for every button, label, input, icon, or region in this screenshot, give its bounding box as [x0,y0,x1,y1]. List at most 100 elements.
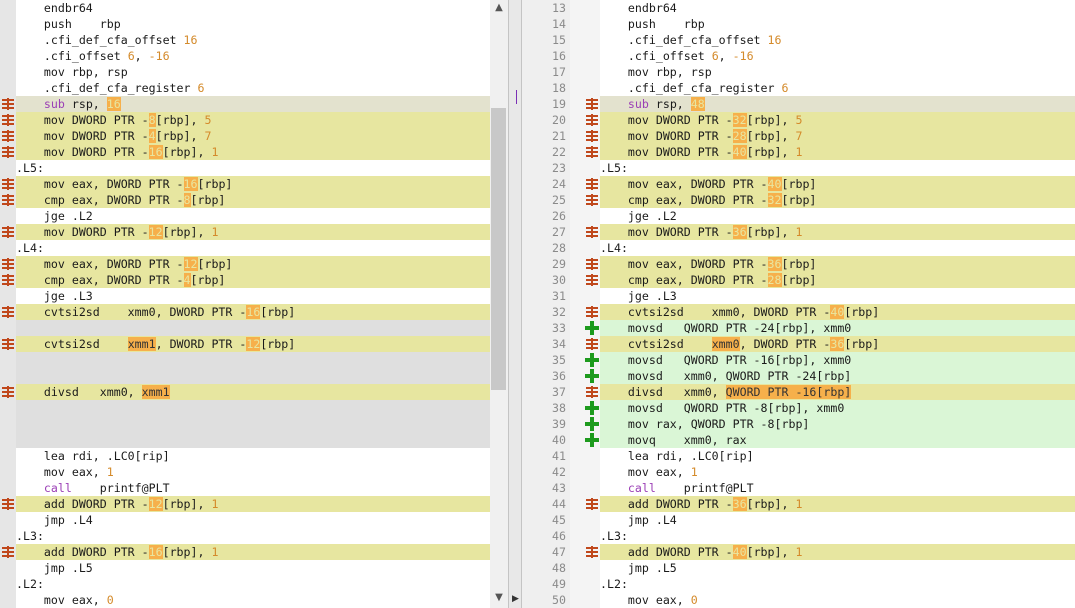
left-code-line[interactable]: .cfi_def_cfa_offset 16 [0,32,508,48]
changed-line-icon[interactable] [1,338,15,350]
right-code-line[interactable]: 35 movsd QWORD PTR -16[rbp], xmm0 [522,352,1075,368]
left-vertical-scrollbar[interactable]: ▲ ▼ [490,0,508,608]
left-code-line[interactable]: mov eax, 1 [0,464,508,480]
pane-splitter[interactable]: ▶ [508,0,522,608]
diff-marker[interactable] [584,336,600,352]
diff-marker[interactable] [0,336,16,352]
right-code-line[interactable]: 22 mov DWORD PTR -40[rbp], 1 [522,144,1075,160]
right-code-line[interactable]: 30 cmp eax, DWORD PTR -28[rbp] [522,272,1075,288]
right-code-line[interactable]: 33 movsd QWORD PTR -24[rbp], xmm0 [522,320,1075,336]
left-code-line[interactable]: .L2: [0,576,508,592]
diff-marker[interactable] [0,544,16,560]
diff-marker[interactable] [584,368,600,384]
added-line-icon[interactable] [585,321,599,335]
left-code-line[interactable]: jmp .L5 [0,560,508,576]
left-code-line[interactable] [0,400,508,416]
right-code-line[interactable]: 41 lea rdi, .LC0[rip] [522,448,1075,464]
changed-line-icon[interactable] [585,194,599,206]
left-code-line[interactable]: cvtsi2sd xmm0, DWORD PTR -16[rbp] [0,304,508,320]
right-code-line[interactable]: 23 .L5: [522,160,1075,176]
changed-line-icon[interactable] [585,338,599,350]
diff-marker[interactable] [584,400,600,416]
diff-marker[interactable] [584,352,600,368]
right-code-line[interactable]: 43 call printf@PLT [522,480,1075,496]
left-code-line[interactable]: mov rbp, rsp [0,64,508,80]
right-code-line[interactable]: 15 .cfi_def_cfa_offset 16 [522,32,1075,48]
changed-line-icon[interactable] [585,114,599,126]
changed-line-icon[interactable] [1,274,15,286]
right-code-line[interactable]: 36 movsd xmm0, QWORD PTR -24[rbp] [522,368,1075,384]
right-code-line[interactable]: 49 .L2: [522,576,1075,592]
diff-marker[interactable] [0,272,16,288]
diff-marker[interactable] [584,304,600,320]
diff-marker[interactable] [584,96,600,112]
right-code-line[interactable]: 47 add DWORD PTR -40[rbp], 1 [522,544,1075,560]
added-line-icon[interactable] [585,401,599,415]
changed-line-icon[interactable] [1,130,15,142]
left-code-line[interactable]: cmp eax, DWORD PTR -4[rbp] [0,272,508,288]
sync-arrow-icon[interactable]: ▶ [512,594,519,604]
right-code-line[interactable]: 50 mov eax, 0 [522,592,1075,608]
changed-line-icon[interactable] [585,130,599,142]
scroll-up-icon[interactable]: ▲ [490,0,508,16]
diff-marker[interactable] [0,496,16,512]
changed-line-icon[interactable] [1,178,15,190]
diff-marker[interactable] [584,256,600,272]
left-code-line[interactable]: cmp eax, DWORD PTR -8[rbp] [0,192,508,208]
diff-marker[interactable] [584,144,600,160]
diff-marker[interactable] [584,320,600,336]
left-code-line[interactable] [0,352,508,368]
added-line-icon[interactable] [585,417,599,431]
right-code-line[interactable]: 18 .cfi_def_cfa_register 6 [522,80,1075,96]
changed-line-icon[interactable] [1,226,15,238]
left-diff-pane[interactable]: endbr64 push rbp .cfi_def_cfa_offset 16 … [0,0,508,608]
right-code-line[interactable]: 17 mov rbp, rsp [522,64,1075,80]
changed-line-icon[interactable] [585,178,599,190]
changed-line-icon[interactable] [585,146,599,158]
left-code-line[interactable]: mov DWORD PTR -4[rbp], 7 [0,128,508,144]
right-code-line[interactable]: 21 mov DWORD PTR -28[rbp], 7 [522,128,1075,144]
changed-line-icon[interactable] [585,226,599,238]
left-code-line[interactable]: add DWORD PTR -12[rbp], 1 [0,496,508,512]
right-code-line[interactable]: 44 add DWORD PTR -36[rbp], 1 [522,496,1075,512]
left-code-line[interactable]: jmp .L4 [0,512,508,528]
diff-marker[interactable] [584,112,600,128]
left-code-line[interactable]: .L4: [0,240,508,256]
changed-line-icon[interactable] [1,114,15,126]
diff-marker[interactable] [584,272,600,288]
right-code-line[interactable]: 45 jmp .L4 [522,512,1075,528]
left-code-line[interactable]: mov eax, 0 [0,592,508,608]
right-code-line[interactable]: 31 jge .L3 [522,288,1075,304]
diff-marker[interactable] [584,176,600,192]
right-code-line[interactable]: 24 mov eax, DWORD PTR -40[rbp] [522,176,1075,192]
left-code-line[interactable]: divsd xmm0, xmm1 [0,384,508,400]
left-code-line[interactable]: lea rdi, .LC0[rip] [0,448,508,464]
changed-line-icon[interactable] [585,306,599,318]
right-code-line[interactable]: 34 cvtsi2sd xmm0, DWORD PTR -36[rbp] [522,336,1075,352]
diff-marker[interactable] [0,192,16,208]
scroll-down-icon[interactable]: ▼ [490,590,508,606]
changed-line-icon[interactable] [585,546,599,558]
left-code-line[interactable]: .cfi_def_cfa_register 6 [0,80,508,96]
right-code-line[interactable]: 29 mov eax, DWORD PTR -36[rbp] [522,256,1075,272]
diff-marker[interactable] [0,224,16,240]
scrollbar-thumb[interactable] [491,108,506,390]
right-code-line[interactable]: 37 divsd xmm0, QWORD PTR -16[rbp] [522,384,1075,400]
left-code-line[interactable] [0,368,508,384]
right-code-line[interactable]: 28 .L4: [522,240,1075,256]
diff-marker[interactable] [584,192,600,208]
right-code-line[interactable]: 48 jmp .L5 [522,560,1075,576]
left-code-line[interactable]: mov eax, DWORD PTR -16[rbp] [0,176,508,192]
diff-marker[interactable] [0,304,16,320]
changed-line-icon[interactable] [1,98,15,110]
changed-line-icon[interactable] [585,98,599,110]
changed-line-icon[interactable] [585,274,599,286]
changed-line-icon[interactable] [1,386,15,398]
diff-marker[interactable] [0,176,16,192]
left-code-line[interactable]: add DWORD PTR -16[rbp], 1 [0,544,508,560]
right-code-line[interactable]: 25 cmp eax, DWORD PTR -32[rbp] [522,192,1075,208]
right-diff-pane[interactable]: 13 endbr64 14 push rbp 15 .cfi_def_cfa_off… [522,0,1075,608]
changed-line-icon[interactable] [585,498,599,510]
left-code-line[interactable]: .cfi_offset 6, -16 [0,48,508,64]
diff-marker[interactable] [0,112,16,128]
